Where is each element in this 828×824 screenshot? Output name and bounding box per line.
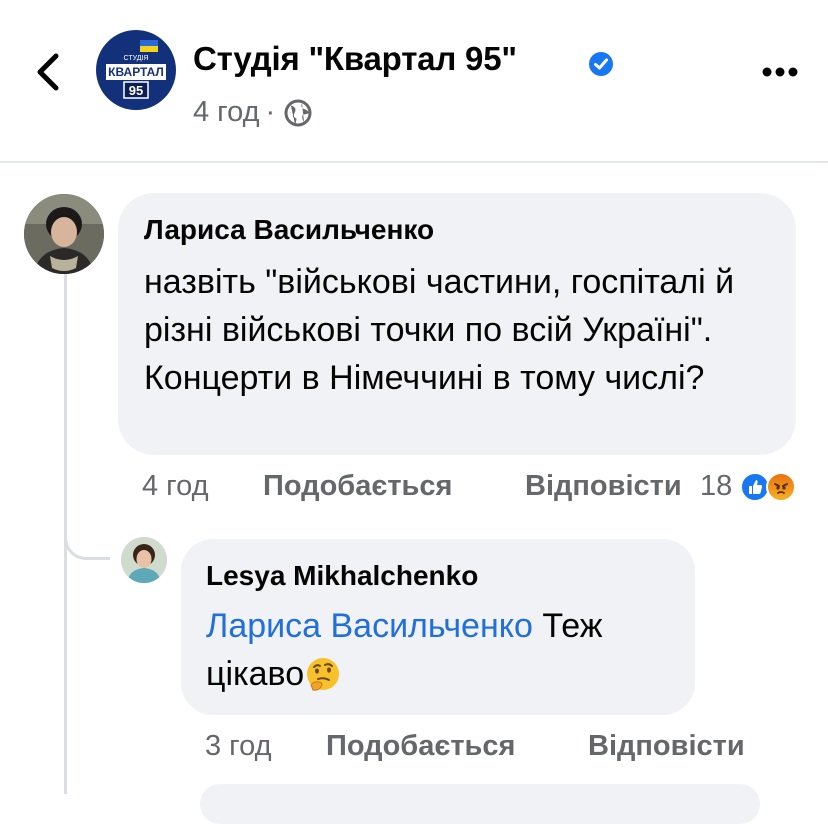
more-options-icon[interactable]	[762, 62, 798, 82]
reply-button[interactable]: Відповісти	[588, 730, 745, 763]
reply-author[interactable]: Lesya Mikhalchenko	[206, 560, 478, 592]
globe-icon	[284, 99, 312, 126]
like-button[interactable]: Подобається	[263, 470, 452, 503]
thread-branch	[64, 530, 110, 560]
next-comment-bubble	[200, 784, 760, 824]
mention-link[interactable]: Лариса Васильченко	[206, 607, 533, 645]
like-button[interactable]: Подобається	[326, 730, 515, 763]
reply-author-avatar[interactable]	[121, 537, 167, 583]
post-time[interactable]: 4 год	[193, 96, 260, 129]
page-name[interactable]: Студія "Квартал 95"	[193, 40, 517, 78]
header-divider	[0, 161, 828, 163]
post-meta: 4 год ·	[193, 96, 313, 129]
kvartal-logo-icon: СТУДІЯ КВАРТАЛ 95	[106, 40, 166, 99]
meta-separator: ·	[265, 96, 276, 128]
reply-time[interactable]: 3 год	[205, 730, 272, 763]
reply-text: Лариса Васильченко Теж цікаво	[206, 602, 686, 698]
user-photo-icon	[24, 194, 104, 274]
comment-time[interactable]: 4 год	[142, 470, 209, 503]
back-chevron-icon[interactable]	[28, 48, 68, 96]
user-photo-icon	[121, 537, 167, 583]
reaction-count[interactable]: 18	[700, 470, 732, 503]
logo-text-top: СТУДІЯ	[124, 55, 149, 62]
comment-text: назвіть "військові частини, госпіталі й …	[144, 263, 735, 397]
page-avatar[interactable]: СТУДІЯ КВАРТАЛ 95	[96, 30, 176, 110]
logo-text-main: КВАРТАЛ	[108, 65, 164, 79]
angry-reaction-icon[interactable]	[766, 472, 796, 502]
commenter-avatar[interactable]	[24, 194, 104, 274]
thinking-face-icon	[307, 658, 340, 691]
comment-author[interactable]: Лариса Васильченко	[144, 214, 434, 246]
logo-text-num: 95	[129, 83, 143, 98]
verified-badge-icon	[589, 52, 613, 76]
reply-button[interactable]: Відповісти	[525, 470, 682, 503]
